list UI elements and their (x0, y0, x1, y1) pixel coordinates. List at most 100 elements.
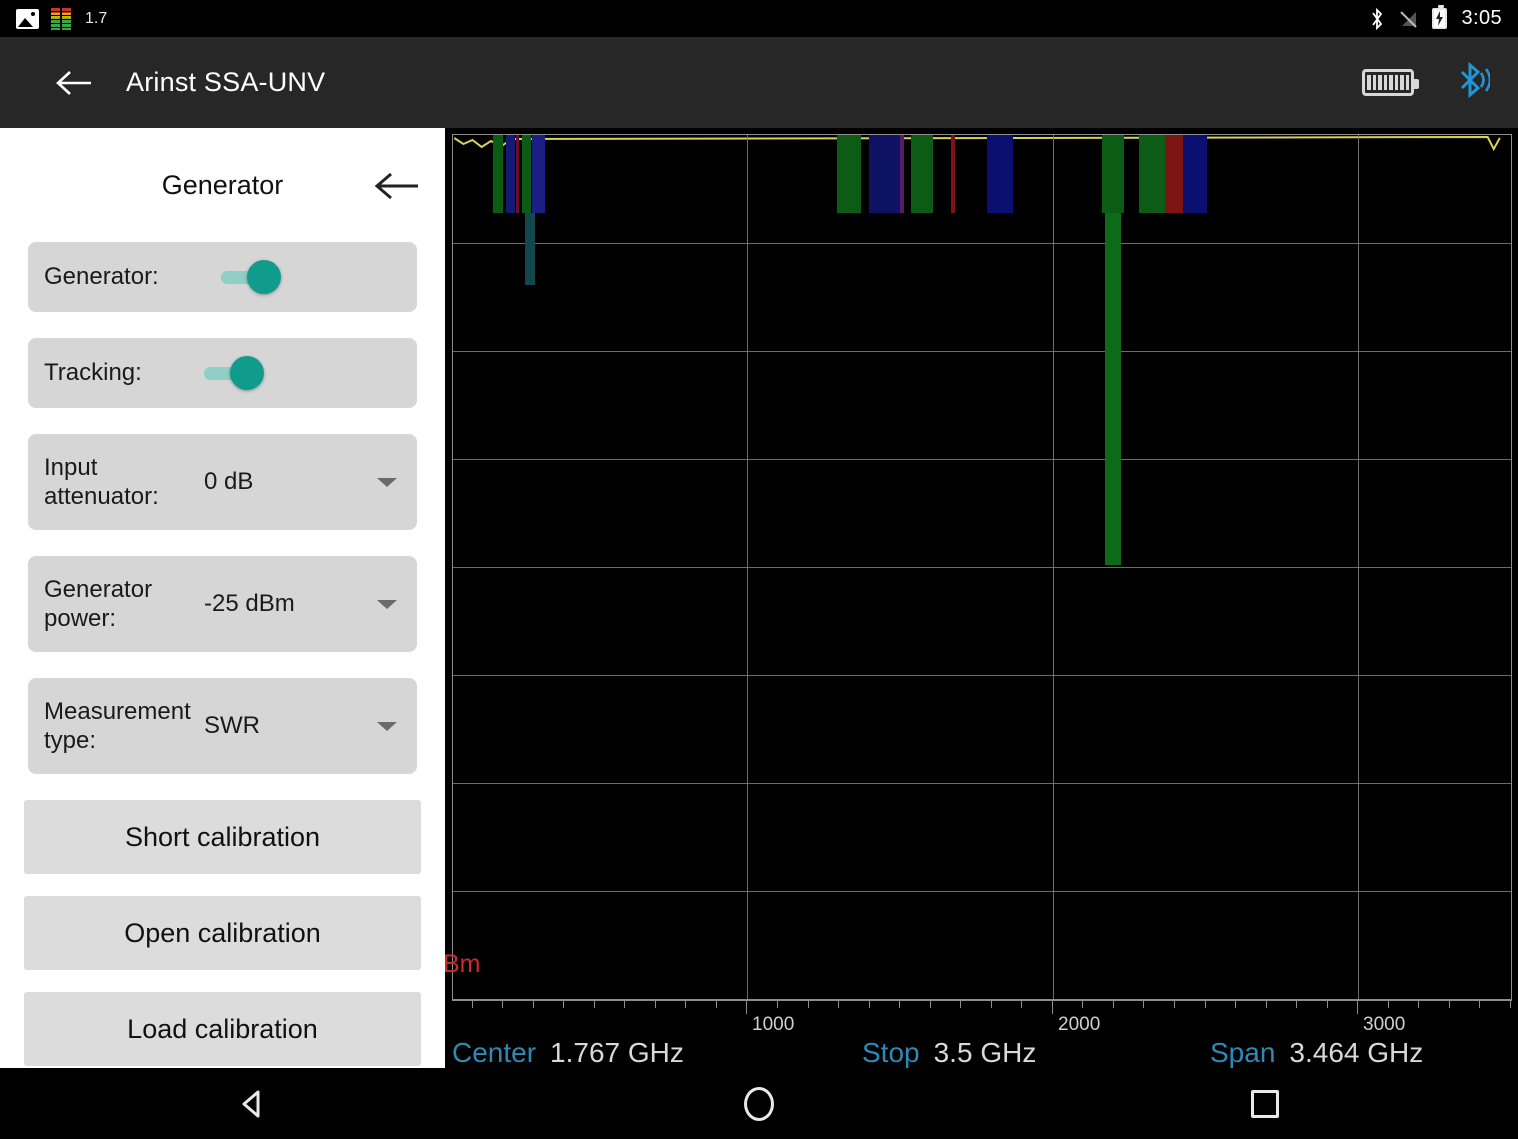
spectrum-bar (1102, 135, 1124, 213)
x-axis-minor-tick (1205, 1000, 1206, 1008)
chevron-down-icon[interactable] (377, 721, 397, 731)
spectrum-bar (532, 135, 545, 213)
x-axis-minor-tick (472, 1000, 473, 1008)
spectrum-bar (951, 135, 955, 213)
gridline-vertical (1053, 135, 1054, 999)
status-level-text: 1.7 (85, 9, 108, 27)
x-axis-major-tick (746, 1000, 747, 1014)
plot-area[interactable] (452, 134, 1512, 1000)
spectrum-bar (1183, 135, 1207, 213)
generator-panel: Generator Generator: Tracking: Input att… (0, 128, 445, 1068)
panel-back-icon[interactable] (373, 166, 421, 206)
x-axis-minor-tick (685, 1000, 686, 1008)
spectrum-bar (506, 135, 515, 213)
readout-span-value: 3.464 GHz (1289, 1037, 1424, 1068)
generator-toggle[interactable] (220, 260, 283, 294)
spectrum-bar (1139, 135, 1165, 213)
gridline-horizontal (453, 351, 1511, 352)
nav-recents-square-icon[interactable] (1220, 1068, 1310, 1139)
x-axis-minor-tick (1235, 1000, 1236, 1008)
equalizer-icon (51, 7, 73, 30)
x-axis-minor-tick (1266, 1000, 1267, 1008)
x-axis-minor-tick (808, 1000, 809, 1008)
toolbar-back-icon[interactable] (52, 61, 96, 105)
x-axis-minor-tick (594, 1000, 595, 1008)
load-calibration-button[interactable]: Load calibration (24, 992, 421, 1066)
generator-toggle-label: Generator: (44, 263, 159, 291)
x-axis-minor-tick (930, 1000, 931, 1008)
readout-center[interactable]: Center 1.767 GHz (452, 1037, 684, 1068)
tracking-toggle-row[interactable]: Tracking: (28, 338, 417, 408)
measurement-type-label-line1: Measurement (44, 697, 191, 725)
status-bar-right: 3:05 (1370, 5, 1502, 30)
y-axis-partial-label: Bm (443, 950, 481, 978)
measurement-type-row[interactable]: Measurement type: SWR (28, 678, 417, 774)
battery-full-icon (1362, 69, 1419, 96)
input-attenuator-label: Input attenuator: (44, 453, 204, 512)
x-axis-minor-tick (716, 1000, 717, 1008)
spectrum-bar (911, 135, 933, 213)
input-attenuator-label-line1: Input (44, 453, 98, 481)
short-calibration-label: Short calibration (124, 821, 321, 852)
x-axis-minor-tick (1021, 1000, 1022, 1008)
tracking-toggle[interactable] (203, 356, 266, 390)
measurement-type-label: Measurement type: (44, 697, 204, 756)
generator-power-row[interactable]: Generator power: -25 dBm (28, 556, 417, 652)
x-axis-minor-tick (838, 1000, 839, 1008)
short-calibration-button[interactable]: Short calibration (24, 800, 421, 874)
x-axis-minor-tick (1510, 1000, 1511, 1008)
bluetooth-connected-icon[interactable] (1456, 61, 1492, 104)
app-toolbar: Arinst SSA-UNV (0, 37, 1518, 128)
photo-icon (16, 8, 39, 29)
readout-center-value: 1.767 GHz (550, 1037, 684, 1068)
load-calibration-label: Load calibration (127, 1013, 318, 1044)
x-axis-minor-tick (1143, 1000, 1144, 1008)
screen-root: 1.7 3:05 Arinst SSA-UNV 1000 2000 3000 B… (0, 0, 1518, 1139)
generator-power-value: -25 dBm (204, 590, 295, 617)
readout-stop[interactable]: Stop 3.5 GHz (862, 1037, 1036, 1068)
status-bar-left: 1.7 (16, 7, 108, 30)
gridline-horizontal (453, 243, 1511, 244)
gridline-vertical (747, 135, 748, 999)
readout-span[interactable]: Span 3.464 GHz (1210, 1037, 1423, 1068)
generator-panel-title: Generator (161, 169, 284, 200)
open-calibration-button[interactable]: Open calibration (24, 896, 421, 970)
x-axis-minor-tick (1479, 1000, 1480, 1008)
generator-power-label-line2: power: (44, 605, 117, 632)
spectrum-bar (900, 135, 904, 213)
bluetooth-icon (1370, 7, 1384, 30)
x-axis-minor-tick (991, 1000, 992, 1008)
nav-home-circle-icon[interactable] (714, 1068, 804, 1139)
x-axis-minor-tick (655, 1000, 656, 1008)
spectrum-bar (525, 213, 535, 285)
input-attenuator-row[interactable]: Input attenuator: 0 dB (28, 434, 417, 530)
gridline-horizontal (453, 891, 1511, 892)
generator-power-label-line1: Generator (44, 575, 153, 603)
spectrum-bar (1165, 135, 1183, 213)
chevron-down-icon[interactable] (377, 477, 397, 487)
status-clock: 3:05 (1461, 7, 1502, 29)
toolbar-actions (1362, 61, 1492, 104)
input-attenuator-value: 0 dB (204, 468, 254, 495)
x-axis-minor-tick (1174, 1000, 1175, 1008)
spectrum-bar (987, 135, 1013, 213)
x-axis-line (452, 1000, 1512, 1001)
x-axis-minor-tick (624, 1000, 625, 1008)
chevron-down-icon[interactable] (377, 599, 397, 609)
battery-charging-icon (1432, 5, 1448, 29)
x-axis-major-tick (1052, 1000, 1053, 1014)
gridline-vertical (1358, 135, 1359, 999)
x-axis-minor-tick (1082, 1000, 1083, 1008)
gridline-horizontal (453, 567, 1511, 568)
nav-back-triangle-icon[interactable] (208, 1068, 298, 1139)
input-attenuator-label-line2: attenuator: (44, 483, 159, 510)
generator-toggle-row[interactable]: Generator: (28, 242, 417, 312)
x-axis-minor-tick (563, 1000, 564, 1008)
gridline-horizontal (453, 459, 1511, 460)
measurement-type-label-line2: type: (44, 727, 97, 754)
x-axis-minor-tick (869, 1000, 870, 1008)
spectrum-bar (516, 135, 519, 213)
x-axis-minor-tick (1418, 1000, 1419, 1008)
x-axis-major-tick (1357, 1000, 1358, 1014)
x-axis-minor-tick (502, 1000, 503, 1008)
